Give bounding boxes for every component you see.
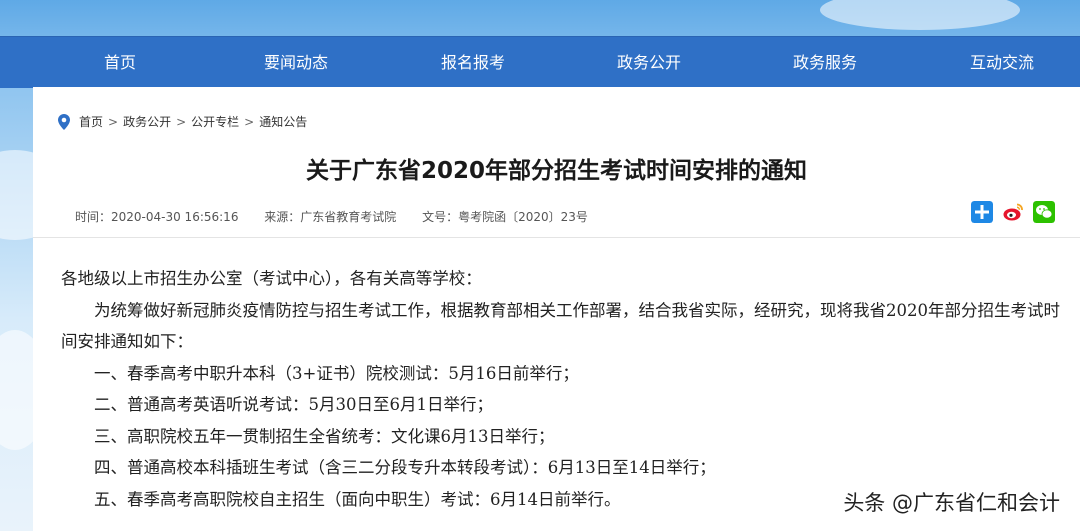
article-source: 来源：广东省教育考试院 bbox=[264, 210, 397, 224]
nav-item-home[interactable]: 首页 bbox=[40, 37, 200, 88]
page-title: 关于广东省2020年部分招生考试时间安排的通知 bbox=[305, 158, 807, 184]
breadcrumb-separator: > bbox=[244, 114, 255, 129]
article-meta: 时间：2020-04-30 16:56:16 来源：广东省教育考试院 文号：粤考… bbox=[75, 208, 610, 225]
publish-time: 时间：2020-04-30 16:56:16 bbox=[75, 210, 239, 224]
nav-item-government-services[interactable]: 政务服务 bbox=[745, 37, 905, 88]
article-panel: 首页 > 政务公开 > 公开专栏 > 通知公告 关于广东省2020年部分招生考试… bbox=[33, 87, 1080, 531]
cloud-decoration bbox=[820, 0, 1020, 30]
breadcrumb-home[interactable]: 首页 bbox=[79, 113, 103, 130]
main-nav: 首页 要闻动态 报名报考 政务公开 政务服务 互动交流 bbox=[0, 36, 1080, 88]
list-item: 一、春季高考中职升本科（3+证书）院校测试：5月16日前举行； bbox=[94, 363, 579, 383]
nav-item-government-affairs[interactable]: 政务公开 bbox=[569, 37, 729, 88]
nav-item-registration[interactable]: 报名报考 bbox=[393, 37, 553, 88]
article-body: 各地级以上市招生办公室（考试中心），各有关高等学校： 为统筹做好新冠肺炎疫情防控… bbox=[61, 263, 1061, 515]
list-item: 二、普通高考英语听说考试：5月30日至6月1日举行； bbox=[94, 395, 493, 414]
breadcrumb-notices[interactable]: 通知公告 bbox=[259, 113, 307, 130]
location-pin-icon bbox=[58, 113, 70, 130]
breadcrumb-separator: > bbox=[176, 114, 187, 129]
weibo-icon[interactable] bbox=[1002, 201, 1024, 223]
share-plus-icon[interactable] bbox=[971, 201, 993, 223]
watermark: 头条 @广东省仁和会计 bbox=[843, 491, 1060, 515]
intro-paragraph: 为统筹做好新冠肺炎疫情防控与招生考试工作，根据教育部相关工作部署，结合我省实际，… bbox=[61, 300, 1060, 352]
breadcrumb-public-column[interactable]: 公开专栏 bbox=[191, 113, 239, 130]
breadcrumb: 首页 > 政务公开 > 公开专栏 > 通知公告 bbox=[57, 113, 307, 130]
salutation: 各地级以上市招生办公室（考试中心），各有关高等学校： bbox=[61, 269, 482, 288]
breadcrumb-separator: > bbox=[108, 114, 119, 129]
nav-item-interaction[interactable]: 互动交流 bbox=[922, 37, 1080, 88]
list-item: 四、普通高校本科插班生考试（含三二分段专升本转段考试）：6月13日至14日举行； bbox=[94, 458, 716, 477]
wechat-icon[interactable] bbox=[1033, 201, 1055, 223]
nav-item-news[interactable]: 要闻动态 bbox=[216, 37, 376, 88]
document-number: 文号：粤考院函〔2020〕23号 bbox=[422, 210, 588, 224]
divider bbox=[33, 237, 1080, 238]
list-item: 三、高职院校五年一贯制招生全省统考：文化课6月13日举行； bbox=[94, 426, 555, 446]
breadcrumb-government-affairs[interactable]: 政务公开 bbox=[123, 113, 171, 130]
